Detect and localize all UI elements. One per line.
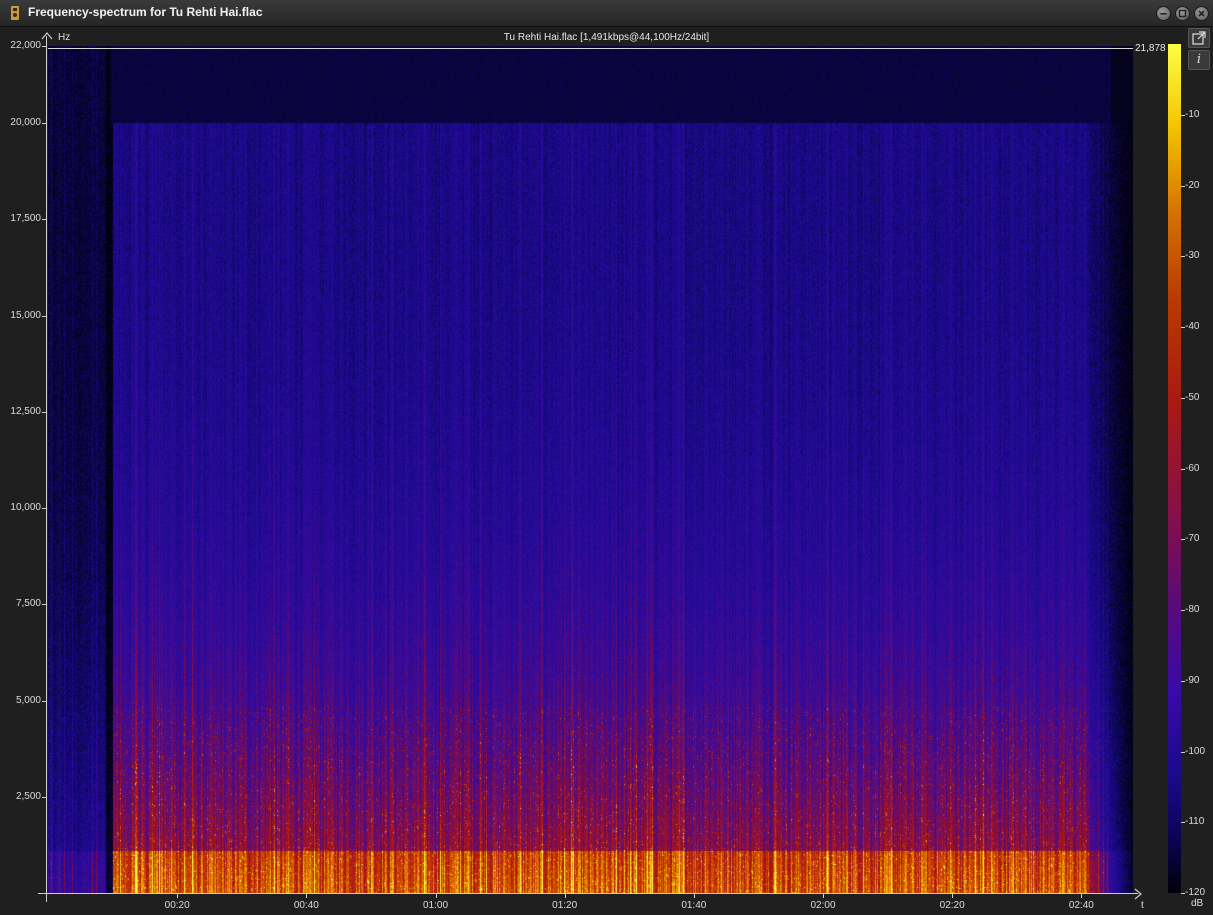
y-tick-mark xyxy=(42,604,47,606)
legend-tick-label: -30 xyxy=(1185,250,1200,262)
y-tick-mark xyxy=(42,46,47,47)
export-button[interactable] xyxy=(1188,28,1210,48)
x-tick-mark xyxy=(952,893,954,898)
y-tick-label: 20,000 xyxy=(10,117,41,128)
y-tick-mark xyxy=(42,219,47,221)
window-title: Frequency-spectrum for Tu Rehti Hai.flac xyxy=(28,5,263,19)
y-tick-mark xyxy=(42,508,47,509)
x-tick-label: 02:40 xyxy=(1068,900,1094,911)
db-color-legend xyxy=(1168,44,1181,893)
legend-tick-label: -90 xyxy=(1185,674,1200,686)
y-tick-label: 5,000 xyxy=(15,694,41,706)
x-tick-mark xyxy=(435,893,437,898)
close-button[interactable] xyxy=(1194,6,1209,21)
y-tick-label: 15,000 xyxy=(10,309,41,321)
app-icon xyxy=(11,6,19,20)
x-axis-arrow-icon xyxy=(1134,888,1142,900)
legend-tick-label: -40 xyxy=(1185,321,1200,332)
max-frequency-label: 21,878 xyxy=(1135,43,1166,54)
x-tick-label: 02:00 xyxy=(810,900,836,911)
maximize-button[interactable] xyxy=(1175,6,1190,21)
y-tick-label: 22,000 xyxy=(10,40,41,51)
legend-tick-label: -100 xyxy=(1185,745,1206,757)
y-tick-mark xyxy=(42,411,47,413)
y-tick-mark xyxy=(42,315,47,317)
y-tick-label: 10,000 xyxy=(10,502,41,513)
legend-tick-label: -80 xyxy=(1185,604,1200,615)
maximize-icon xyxy=(1178,9,1187,18)
max-frequency-line xyxy=(48,48,1133,49)
legend-tick-label: -50 xyxy=(1185,391,1200,403)
y-tick-mark xyxy=(42,700,47,702)
y-tick-mark xyxy=(42,796,47,798)
legend-tick-label: -20 xyxy=(1185,179,1200,191)
x-tick-label: 02:20 xyxy=(939,900,965,911)
x-tick-label: 01:20 xyxy=(552,900,578,911)
info-icon: i xyxy=(1196,52,1202,67)
legend-tick-label: -120 xyxy=(1185,887,1206,898)
close-icon xyxy=(1198,10,1205,17)
legend-tick-label: -70 xyxy=(1185,533,1200,545)
y-tick-label: 2,500 xyxy=(15,790,41,802)
y-axis-line xyxy=(46,36,47,902)
file-info-label: Tu Rehti Hai.flac [1,491kbps@44,100Hz/24… xyxy=(503,32,710,43)
x-tick-mark xyxy=(177,893,179,898)
minimize-button[interactable] xyxy=(1156,6,1171,21)
title-bar: Frequency-spectrum for Tu Rehti Hai.flac xyxy=(0,0,1213,27)
legend-tick-label: -60 xyxy=(1185,462,1200,474)
y-axis-arrow-icon xyxy=(41,32,53,40)
x-tick-mark xyxy=(1081,893,1083,898)
x-axis-unit: t xyxy=(1141,900,1144,911)
x-axis-line xyxy=(38,893,1138,894)
x-tick-label: 01:00 xyxy=(422,900,449,911)
spectrogram-plot xyxy=(48,46,1133,893)
x-tick-mark xyxy=(306,893,308,898)
x-tick-label: 00:20 xyxy=(164,900,190,911)
y-tick-label: 17,500 xyxy=(10,213,41,225)
y-tick-label: 7,500 xyxy=(15,598,41,610)
x-tick-mark xyxy=(693,893,695,898)
x-tick-mark xyxy=(823,893,824,898)
legend-unit: dB xyxy=(1191,898,1204,909)
minimize-icon xyxy=(1160,13,1167,15)
y-axis-unit: Hz xyxy=(58,32,71,43)
y-tick-mark xyxy=(42,123,47,124)
external-link-icon xyxy=(1192,31,1206,45)
y-tick-label: 12,500 xyxy=(10,405,41,417)
x-tick-label: 01:40 xyxy=(681,900,707,911)
info-button[interactable]: i xyxy=(1188,50,1210,70)
spectrogram-canvas xyxy=(48,46,1133,893)
x-tick-mark xyxy=(564,893,566,898)
x-tick-label: 00:40 xyxy=(293,900,319,911)
legend-tick-label: -10 xyxy=(1185,108,1200,120)
legend-tick-label: -110 xyxy=(1185,816,1205,828)
